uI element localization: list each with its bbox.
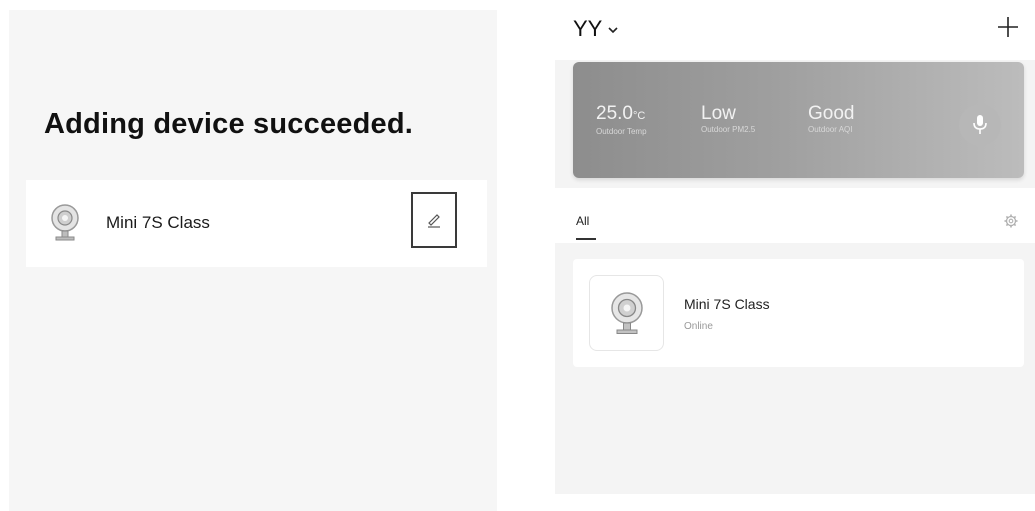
success-title: Adding device succeeded. bbox=[44, 108, 414, 140]
home-screen: YY 25.0°C Outdoor Temp Low Outdoor PM2.5… bbox=[555, 10, 1035, 494]
add-device-button[interactable] bbox=[997, 16, 1019, 38]
outdoor-pm25: Low Outdoor PM2.5 bbox=[701, 103, 756, 135]
edit-device-name-button[interactable] bbox=[411, 192, 457, 248]
active-tab-indicator bbox=[576, 238, 596, 240]
device-thumbnail bbox=[589, 275, 664, 351]
home-selector[interactable]: YY bbox=[573, 16, 618, 42]
weather-banner: 25.0°C Outdoor Temp Low Outdoor PM2.5 Go… bbox=[573, 62, 1024, 178]
top-bar: YY bbox=[555, 10, 1035, 60]
device-list-item[interactable]: Mini 7S Class Online bbox=[573, 259, 1024, 367]
chevron-down-icon bbox=[608, 26, 618, 33]
microphone-icon bbox=[973, 115, 987, 134]
gear-icon[interactable] bbox=[1004, 214, 1018, 228]
voice-button[interactable] bbox=[959, 104, 1001, 146]
pencil-icon bbox=[428, 214, 440, 228]
add-device-success-screen: Adding device succeeded. Mini 7S Class bbox=[9, 10, 497, 511]
room-tabs: All bbox=[555, 188, 1035, 243]
home-name: YY bbox=[573, 16, 603, 41]
outdoor-aqi: Good Outdoor AQI bbox=[808, 103, 855, 135]
tab-all[interactable]: All bbox=[576, 214, 589, 228]
outdoor-temp: 25.0°C Outdoor Temp bbox=[596, 103, 647, 137]
device-name: Mini 7S Class bbox=[106, 213, 210, 232]
device-status: Online bbox=[684, 321, 713, 332]
camera-icon bbox=[49, 203, 81, 243]
plus-icon bbox=[998, 17, 1018, 37]
device-list-name: Mini 7S Class bbox=[684, 296, 770, 312]
camera-icon bbox=[611, 292, 643, 334]
device-card: Mini 7S Class bbox=[26, 180, 487, 267]
